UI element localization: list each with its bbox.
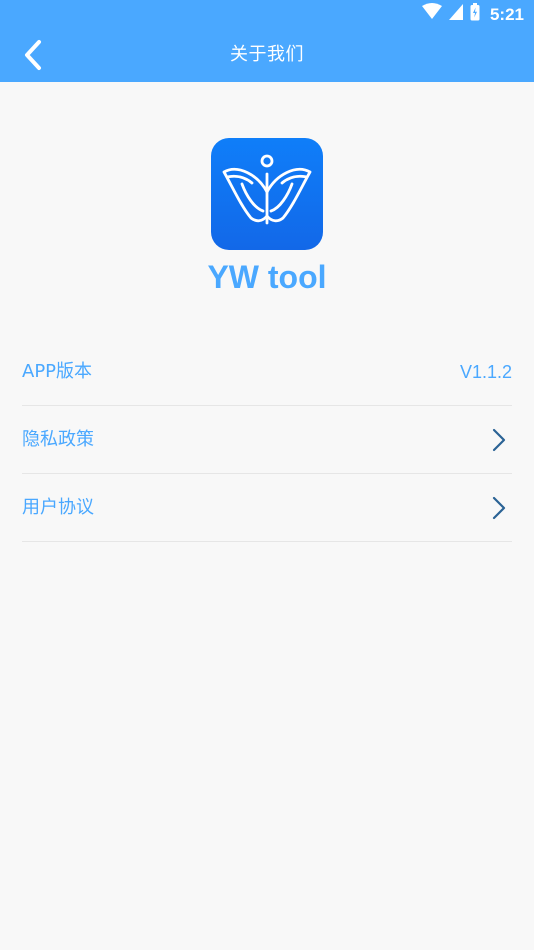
status-icons: 5:21: [421, 2, 524, 26]
app-version-value: V1.1.2: [459, 362, 512, 382]
app-bar: 关于我们: [0, 28, 534, 82]
wifi-icon: [421, 3, 442, 25]
back-button[interactable]: [16, 36, 50, 74]
battery-icon: [470, 3, 480, 25]
settings-list: APP版本 V1.1.2 隐私政策 用户协议: [22, 338, 512, 542]
signal-icon: [448, 3, 464, 25]
user-agreement-row[interactable]: 用户协议: [22, 474, 512, 542]
user-agreement-label: 用户协议: [22, 497, 94, 518]
about-screen: 5:21 关于我们 YW tool APP版本 V1.1.2 隐私政策 用户协议: [0, 0, 534, 950]
privacy-policy-row[interactable]: 隐私政策: [22, 406, 512, 474]
app-version-row: APP版本 V1.1.2: [22, 338, 512, 406]
status-time: 5:21: [489, 4, 524, 24]
page-title: 关于我们: [230, 44, 304, 65]
privacy-policy-label: 隐私政策: [22, 429, 94, 450]
app-logo-icon: [222, 154, 312, 225]
back-chevron-icon: [25, 40, 41, 70]
app-version-label: APP版本: [22, 361, 93, 382]
chevron-right-icon: [492, 496, 506, 520]
app-name: YW tool: [207, 259, 327, 295]
app-logo: [211, 138, 323, 250]
chevron-right-icon: [492, 428, 506, 452]
status-bar: 5:21: [0, 0, 534, 28]
